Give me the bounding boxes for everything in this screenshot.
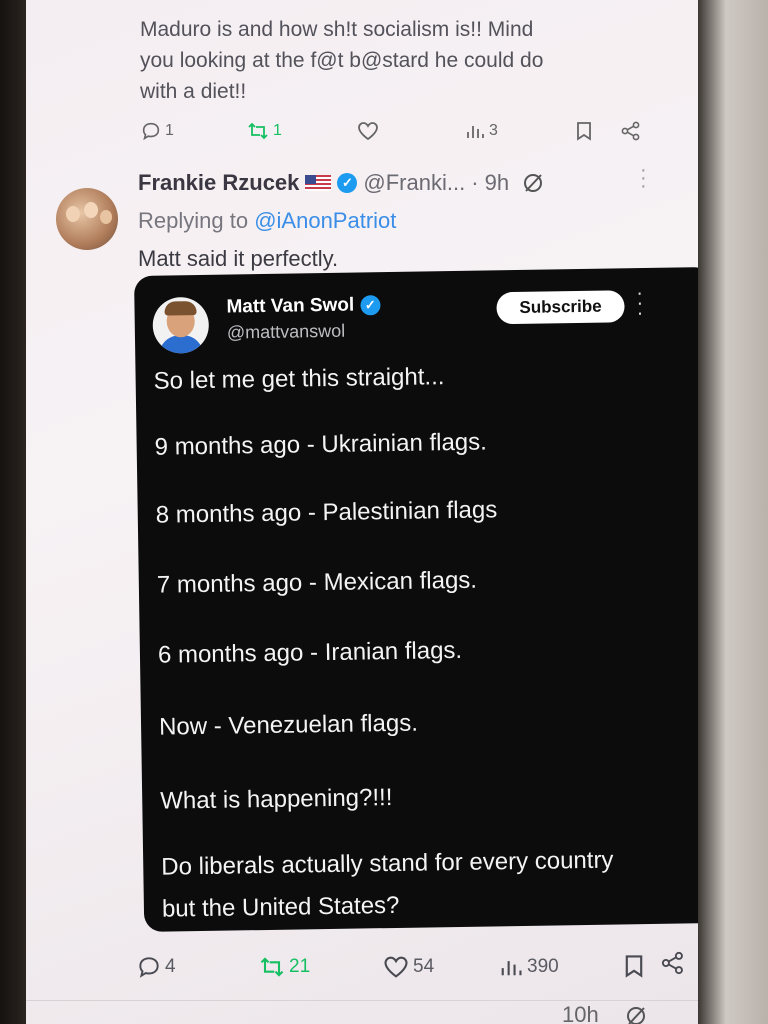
grok-icon[interactable] bbox=[624, 1004, 648, 1024]
bookmark-button[interactable] bbox=[574, 120, 594, 142]
quoted-display-name[interactable]: Matt Van Swol bbox=[226, 295, 354, 319]
share-icon bbox=[621, 121, 640, 141]
replying-prefix: Replying to bbox=[138, 208, 249, 233]
repost-button[interactable]: 21 bbox=[258, 954, 310, 980]
avatar[interactable] bbox=[56, 188, 118, 250]
phone-bezel-left bbox=[0, 0, 26, 1024]
more-options-icon[interactable]: · · · bbox=[640, 160, 647, 196]
repost-button[interactable]: 1 bbox=[246, 120, 282, 142]
quoted-text-line: What is happening?!!! bbox=[160, 784, 393, 815]
quoted-avatar[interactable] bbox=[152, 296, 210, 354]
next-tweet-timestamp[interactable]: 10h bbox=[562, 1002, 599, 1024]
prev-tweet-actions: 1 1 3 bbox=[26, 116, 698, 146]
replying-to-line: Replying to @iAnonPatriot bbox=[138, 208, 396, 234]
bookmark-button[interactable] bbox=[622, 952, 646, 980]
views-count: 390 bbox=[527, 956, 559, 977]
like-button[interactable] bbox=[356, 120, 380, 142]
background-wall bbox=[698, 0, 768, 1024]
share-button[interactable] bbox=[620, 120, 642, 142]
reply-header: Frankie Rzucek ✓ @Franki... · 9h bbox=[138, 170, 545, 196]
quoted-text-line: but the United States? bbox=[161, 891, 400, 923]
quoted-text-line: 6 months ago - Iranian flags. bbox=[157, 636, 463, 669]
bookmark-icon bbox=[577, 122, 591, 141]
repost-icon bbox=[248, 122, 268, 140]
quoted-text-line: 9 months ago - Ukrainian flags. bbox=[154, 428, 488, 461]
verified-badge-icon: ✓ bbox=[337, 173, 358, 193]
tweet-divider bbox=[26, 1000, 698, 1001]
views-button[interactable]: 3 bbox=[464, 120, 498, 142]
share-button[interactable] bbox=[660, 950, 686, 976]
views-icon bbox=[501, 961, 522, 976]
display-name[interactable]: Frankie Rzucek bbox=[138, 170, 299, 196]
prev-tweet-line: you looking at the f@t b@stard he could … bbox=[140, 49, 544, 72]
quoted-text-line: 7 months ago - Mexican flags. bbox=[156, 566, 478, 599]
reply-icon bbox=[142, 122, 160, 141]
timestamp[interactable]: · 9h bbox=[471, 170, 509, 196]
subscribe-button[interactable]: Subscribe bbox=[496, 290, 625, 325]
prev-tweet-line: Maduro is and how sh!t socialism is!! Mi… bbox=[140, 18, 534, 41]
like-button[interactable]: 54 bbox=[382, 954, 434, 980]
quoted-text-line: 8 months ago - Palestinian flags bbox=[155, 496, 498, 529]
bookmark-icon bbox=[625, 955, 643, 978]
repost-icon bbox=[260, 957, 284, 977]
quoted-text-line: Now - Venezuelan flags. bbox=[158, 709, 419, 741]
quoted-post-card[interactable]: Matt Van Swol ✓ @mattvanswol Subscribe ·… bbox=[134, 266, 698, 932]
reply-count: 4 bbox=[165, 956, 176, 977]
repost-count: 1 bbox=[273, 122, 282, 139]
us-flag-icon bbox=[305, 175, 332, 191]
prev-tweet-text: Maduro is and how sh!t socialism is!! Mi… bbox=[140, 14, 640, 107]
quoted-more-icon[interactable]: · · · bbox=[636, 282, 643, 324]
reply-actions: 4 21 54 390 bbox=[26, 950, 698, 984]
views-button[interactable]: 390 bbox=[498, 954, 559, 980]
reply-button[interactable]: 1 bbox=[140, 120, 174, 142]
prev-tweet-line: with a diet!! bbox=[140, 80, 247, 103]
heart-icon bbox=[358, 122, 378, 141]
quoted-name-row: Matt Van Swol ✓ bbox=[226, 294, 381, 319]
views-count: 3 bbox=[489, 122, 498, 139]
reply-button[interactable]: 4 bbox=[136, 954, 176, 980]
replying-to-mention[interactable]: @iAnonPatriot bbox=[254, 208, 396, 233]
repost-count: 21 bbox=[289, 956, 311, 977]
heart-icon bbox=[384, 956, 408, 978]
views-icon bbox=[467, 126, 484, 138]
quoted-text-line: So let me get this straight... bbox=[153, 363, 445, 395]
like-count: 54 bbox=[413, 956, 435, 977]
share-icon bbox=[661, 951, 683, 975]
reply-count: 1 bbox=[165, 122, 174, 139]
reply-icon bbox=[139, 957, 159, 978]
timeline-screen: Maduro is and how sh!t socialism is!! Mi… bbox=[26, 0, 698, 1024]
grok-icon[interactable] bbox=[521, 171, 545, 195]
quoted-handle[interactable]: @mattvanswol bbox=[227, 321, 346, 344]
user-handle[interactable]: @Franki... bbox=[363, 170, 465, 196]
quoted-text-line: Do liberals actually stand for every cou… bbox=[161, 846, 614, 881]
verified-badge-icon: ✓ bbox=[360, 295, 381, 316]
reply-text: Matt said it perfectly. bbox=[138, 246, 339, 271]
